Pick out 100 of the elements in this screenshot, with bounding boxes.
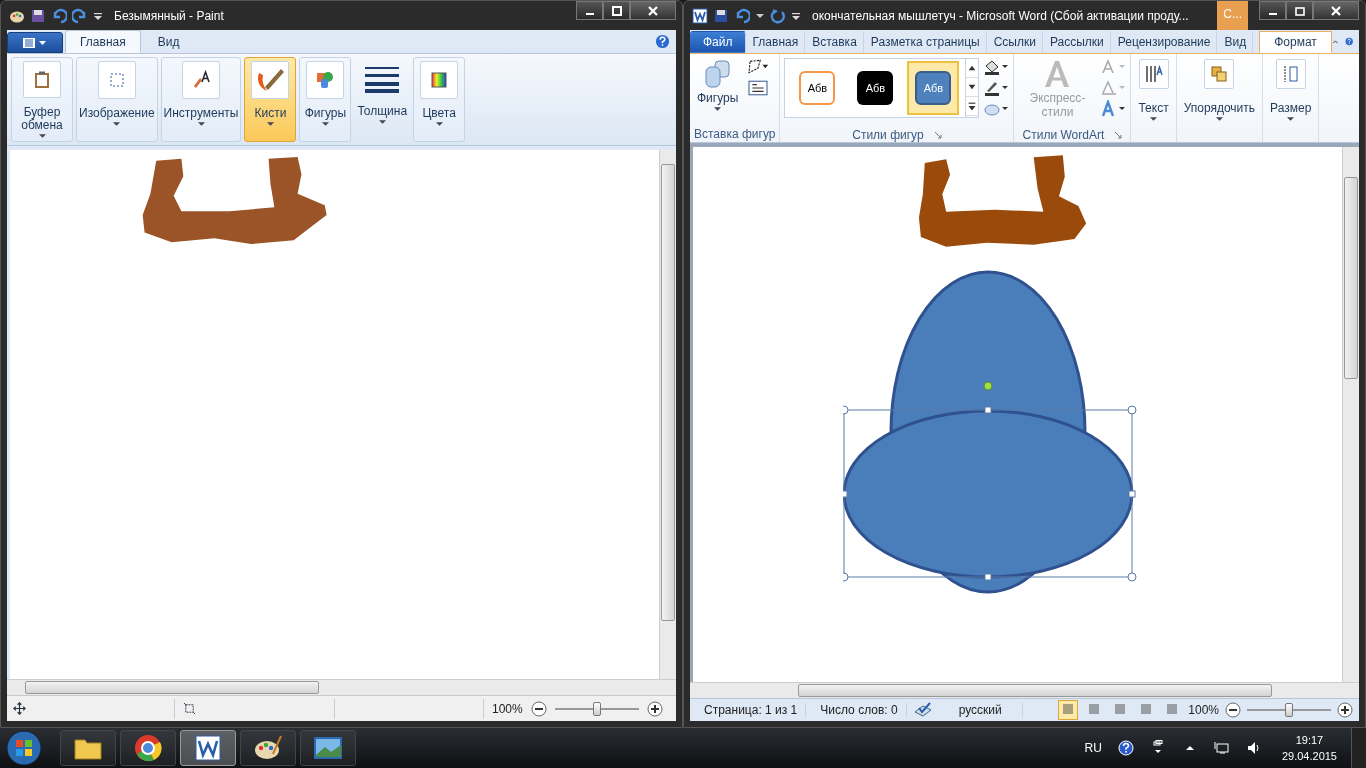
help-icon[interactable] <box>1117 740 1134 756</box>
selection-icon <box>108 72 125 88</box>
minimize-button[interactable] <box>1259 1 1286 20</box>
taskbar-app-button[interactable] <box>60 730 116 766</box>
palette-icon <box>253 734 283 762</box>
view-icon <box>1061 703 1076 715</box>
window-title: Безымянный - Paint <box>114 8 224 23</box>
ribbon-tab[interactable]: Вид <box>142 30 195 53</box>
minimize-icon <box>1268 12 1277 15</box>
undo-icon[interactable] <box>51 7 67 24</box>
contextual-tab-group: С... <box>1217 1 1248 30</box>
window-title: окончательная мышлетуч - Microsoft Word (Сбой активации проду... <box>812 8 1189 23</box>
ribbon-button[interactable]: Размер <box>1267 56 1315 124</box>
photo-viewer-icon <box>313 735 343 761</box>
zoom-in-icon[interactable] <box>646 700 663 717</box>
word-document-icon <box>194 734 222 762</box>
clipboard-icon <box>34 70 50 89</box>
fill-bucket-icon[interactable] <box>983 58 1010 76</box>
caret-icon <box>38 134 46 138</box>
ribbon-button[interactable]: Цвета <box>413 57 466 142</box>
vertical-scrollbar[interactable] <box>1342 147 1359 682</box>
restore-button[interactable] <box>1286 1 1313 20</box>
color-palette-icon <box>431 72 448 88</box>
horizontal-scrollbar[interactable] <box>690 682 1359 698</box>
word-count[interactable]: Число слов: 0 <box>812 703 907 717</box>
clock-date[interactable]: 29.04.2015 <box>1281 748 1337 764</box>
browser-icon <box>134 734 162 762</box>
language-indicator[interactable]: RU <box>1084 741 1102 755</box>
taskbar-app-button[interactable] <box>240 730 296 766</box>
redo-icon[interactable] <box>72 7 88 24</box>
ribbon-button[interactable]: Изображение <box>76 57 158 142</box>
taskbar-app-button[interactable] <box>300 730 356 766</box>
ribbon-button[interactable]: Толщина <box>354 57 411 142</box>
arrange-icon <box>1209 64 1230 84</box>
maximize-icon <box>610 5 623 16</box>
document-page[interactable] <box>693 147 1342 682</box>
pen-outline-icon[interactable] <box>983 79 1010 97</box>
caret-icon <box>1150 117 1158 121</box>
start-button[interactable] <box>6 730 42 766</box>
ribbon-tab[interactable]: Главная <box>65 30 141 53</box>
save-icon[interactable] <box>30 7 46 24</box>
view-icon <box>1113 703 1128 715</box>
zoom-out-icon[interactable] <box>530 700 547 717</box>
dialog-launcher-icon[interactable] <box>1114 130 1123 139</box>
shape-style-option[interactable]: Абв <box>791 61 844 115</box>
minimize-button[interactable] <box>576 1 603 20</box>
ribbon-button[interactable]: Инструменты <box>160 57 242 142</box>
ribbon-button[interactable]: Буфер обмена <box>11 57 73 142</box>
shapes-button[interactable]: Фигуры <box>694 56 742 127</box>
ribbon-button[interactable]: Фигуры <box>299 57 352 142</box>
zoom-out-icon[interactable] <box>1225 702 1241 718</box>
restore-icon <box>1293 5 1306 16</box>
caret-icon <box>435 122 443 126</box>
caret-icon <box>113 122 121 126</box>
group-label: Стили WordArt <box>1022 127 1105 142</box>
group-label: Вставка фигур <box>694 127 776 142</box>
caret-icon <box>266 122 274 126</box>
spell-check-icon[interactable] <box>912 702 933 718</box>
shape-style-option[interactable]: Абв <box>907 61 960 115</box>
menu-icon <box>22 36 48 49</box>
drawing-canvas[interactable] <box>10 150 659 679</box>
clock-time[interactable]: 19:17 <box>1295 732 1324 748</box>
dropdown-icon[interactable] <box>791 10 801 21</box>
close-button[interactable] <box>630 1 676 20</box>
zoom-in-icon[interactable] <box>1337 702 1353 718</box>
vertical-scrollbar[interactable] <box>659 150 676 679</box>
page-count[interactable]: Страница: 1 из 1 <box>696 703 807 717</box>
caret-icon <box>197 122 205 126</box>
close-icon <box>647 5 659 16</box>
application-menu-button[interactable] <box>7 32 63 53</box>
ribbon-tab[interactable]: Файл <box>690 31 746 53</box>
ribbon-tab[interactable]: Формат <box>1259 31 1332 53</box>
ribbon-button[interactable]: Упорядочить <box>1180 56 1259 124</box>
caret-icon <box>1287 117 1295 121</box>
text-effects-icon[interactable] <box>1100 100 1127 118</box>
dialog-launcher-icon[interactable] <box>933 130 942 139</box>
save-icon[interactable] <box>713 7 729 24</box>
ribbon-button[interactable]: Текст <box>1135 56 1172 124</box>
taskbar-app-button[interactable] <box>120 730 176 766</box>
repeat-icon[interactable] <box>770 7 786 24</box>
view-icon <box>1139 703 1154 715</box>
word-app-icon[interactable] <box>692 7 708 24</box>
maximize-button[interactable] <box>603 1 630 20</box>
speaker-icon[interactable] <box>1245 740 1262 756</box>
tools-icon <box>191 70 211 90</box>
dropdown-icon[interactable] <box>93 10 103 21</box>
taskbar-app-button[interactable] <box>180 730 236 766</box>
close-icon <box>1330 5 1342 16</box>
ribbon-button[interactable]: Кисти <box>244 57 297 142</box>
move-cursor-icon <box>13 702 26 715</box>
view-icon <box>1087 703 1102 715</box>
text-direction-icon <box>1143 64 1164 84</box>
zoom-level: 100% <box>492 701 523 716</box>
close-button[interactable] <box>1313 1 1359 20</box>
network-icon[interactable] <box>1213 740 1230 756</box>
language-indicator[interactable]: русский <box>938 703 1023 717</box>
undo-icon[interactable] <box>734 7 750 24</box>
shape-style-option[interactable]: Абв <box>849 61 902 115</box>
horizontal-scrollbar[interactable] <box>7 679 676 695</box>
view-icon <box>1165 703 1180 715</box>
